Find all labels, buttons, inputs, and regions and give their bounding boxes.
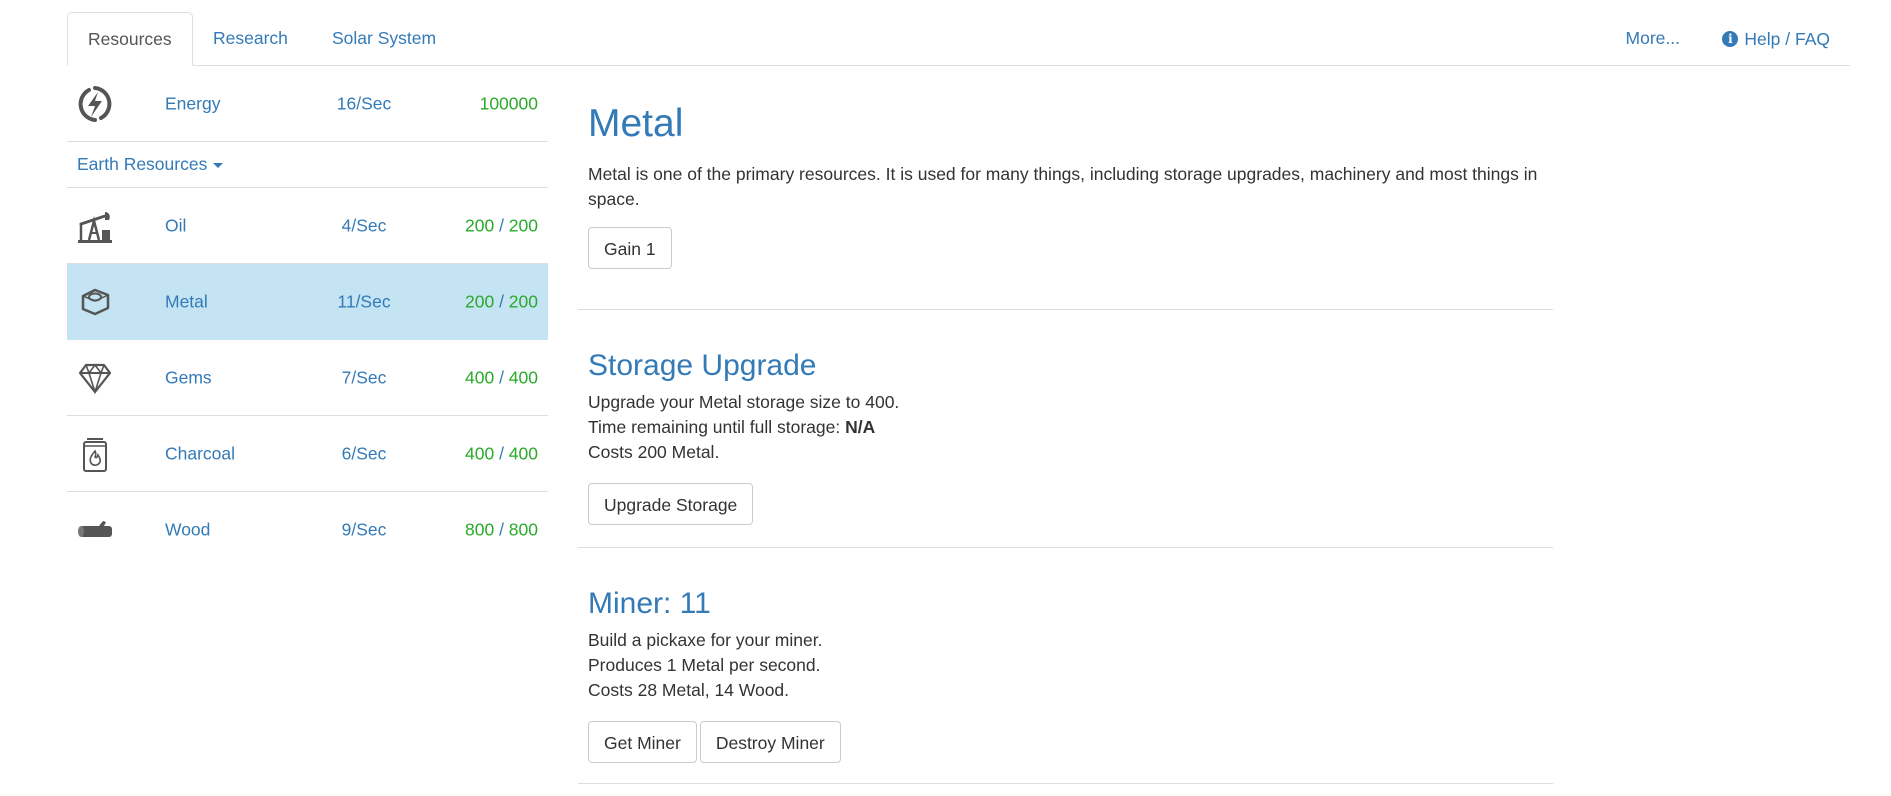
time-remaining-value: N/A — [845, 417, 876, 437]
resource-rate: 11/Sec — [337, 291, 391, 311]
resource-amount: 400 / 400 — [465, 367, 538, 388]
resource-amount: 800 / 800 — [465, 519, 538, 540]
miner-description: Build a pickaxe for your miner. Produces… — [588, 628, 1543, 703]
category-label: Earth Resources — [77, 154, 208, 174]
miner-produces-text: Produces 1 Metal per second. — [588, 655, 821, 675]
oil-pump-icon — [75, 206, 115, 246]
amount-separator: / — [494, 519, 509, 539]
tab-research[interactable]: Research — [193, 12, 308, 65]
amount-separator: / — [494, 367, 509, 387]
storage-time-remaining: Time remaining until full storage: N/A — [588, 415, 1543, 440]
storage-upgrade-title: Storage Upgrade — [588, 349, 817, 382]
resource-row-gems[interactable]: Gems 7/Sec 400 / 400 — [67, 340, 548, 416]
storage-upgrade-description: Upgrade your Metal storage size to 400. … — [588, 390, 1543, 465]
help-faq-link[interactable]: i Help / FAQ — [1702, 12, 1850, 65]
get-miner-button[interactable]: Get Miner — [588, 721, 697, 763]
resource-max: 800 — [508, 519, 538, 539]
resource-row-metal[interactable]: Metal 11/Sec 200 / 200 — [67, 264, 548, 340]
resource-row-wood[interactable]: Wood 9/Sec 800 / 800 — [67, 492, 548, 567]
upgrade-storage-button[interactable]: Upgrade Storage — [588, 483, 754, 525]
gain-button[interactable]: Gain 1 — [588, 227, 672, 269]
resource-max: 200 — [508, 215, 538, 235]
info-circle-icon: i — [1722, 30, 1739, 47]
wood-log-icon — [75, 510, 115, 550]
resource-actions: Gain 1 — [588, 227, 1543, 269]
resource-amount: 400 / 400 — [465, 443, 538, 464]
resource-current: 400 — [465, 443, 495, 463]
resource-max: 400 — [508, 367, 538, 387]
resource-overview-section: Metal Metal is one of the primary resour… — [578, 66, 1553, 310]
amount-separator: / — [494, 215, 509, 235]
miner-title: Miner: 11 — [588, 587, 711, 620]
resource-rate: 4/Sec — [341, 215, 387, 235]
destroy-miner-button[interactable]: Destroy Miner — [699, 721, 841, 763]
top-nav: Resources Research Solar System More... … — [67, 12, 1850, 66]
resource-detail-panel: Metal Metal is one of the primary resour… — [578, 66, 1553, 784]
resource-name: Oil — [165, 215, 187, 235]
gem-icon — [75, 358, 115, 398]
resource-rate: 9/Sec — [341, 519, 387, 539]
resource-name: Energy — [165, 93, 221, 113]
more-menu-link[interactable]: More... — [1606, 12, 1700, 65]
resource-description: Metal is one of the primary resources. I… — [588, 164, 1538, 209]
resource-amount: 100000 — [479, 93, 538, 113]
miner-section: Miner: 11 Build a pickaxe for your miner… — [578, 548, 1553, 784]
miner-cost-text: Costs 28 Metal, 14 Wood. — [588, 680, 790, 700]
resource-current: 200 — [465, 215, 495, 235]
resource-max: 200 — [508, 291, 538, 311]
resource-title: Metal — [588, 102, 684, 145]
amount-separator: / — [494, 291, 509, 311]
miner-build-text: Build a pickaxe for your miner. — [588, 630, 823, 650]
resource-row-charcoal[interactable]: Charcoal 6/Sec 400 / 400 — [67, 416, 548, 492]
help-faq-label: Help / FAQ — [1744, 28, 1830, 49]
resource-current: 200 — [465, 291, 495, 311]
tab-solar-system[interactable]: Solar System — [312, 12, 456, 65]
tab-resources[interactable]: Resources — [67, 12, 193, 66]
storage-actions: Upgrade Storage — [588, 483, 1543, 525]
resource-current: 800 — [465, 519, 495, 539]
resource-rate: 6/Sec — [341, 443, 387, 463]
resource-amount: 200 / 200 — [465, 215, 538, 236]
resource-name: Metal — [165, 291, 208, 311]
resource-name: Charcoal — [165, 443, 236, 463]
lightning-bolt-icon — [75, 84, 115, 124]
miner-actions: Get Miner Destroy Miner — [588, 721, 1543, 763]
amount-separator: / — [494, 443, 509, 463]
charcoal-bag-icon — [75, 434, 115, 474]
resource-rate: 7/Sec — [341, 367, 387, 387]
resource-amount: 200 / 200 — [465, 291, 538, 312]
resource-name: Gems — [165, 367, 212, 387]
resource-row-oil[interactable]: Oil 4/Sec 200 / 200 — [67, 188, 548, 264]
time-remaining-label: Time remaining until full storage: — [588, 417, 846, 437]
resource-row-energy[interactable]: Energy 16/Sec 100000 — [67, 66, 548, 142]
storage-upgrade-section: Storage Upgrade Upgrade your Metal stora… — [578, 310, 1553, 548]
earth-resources-dropdown[interactable]: Earth Resources — [67, 142, 548, 188]
storage-upgrade-cost: Costs 200 Metal. — [588, 442, 720, 462]
storage-upgrade-size-text: Upgrade your Metal storage size to 400. — [588, 392, 900, 412]
metal-nut-icon — [75, 282, 115, 322]
caret-down-icon — [213, 162, 224, 168]
resource-rate: 16/Sec — [336, 93, 392, 113]
resource-current: 400 — [465, 367, 495, 387]
resource-name: Wood — [165, 519, 211, 539]
resource-table: Energy 16/Sec 100000 Earth Resources Oil… — [67, 66, 548, 567]
resource-max: 400 — [508, 443, 538, 463]
